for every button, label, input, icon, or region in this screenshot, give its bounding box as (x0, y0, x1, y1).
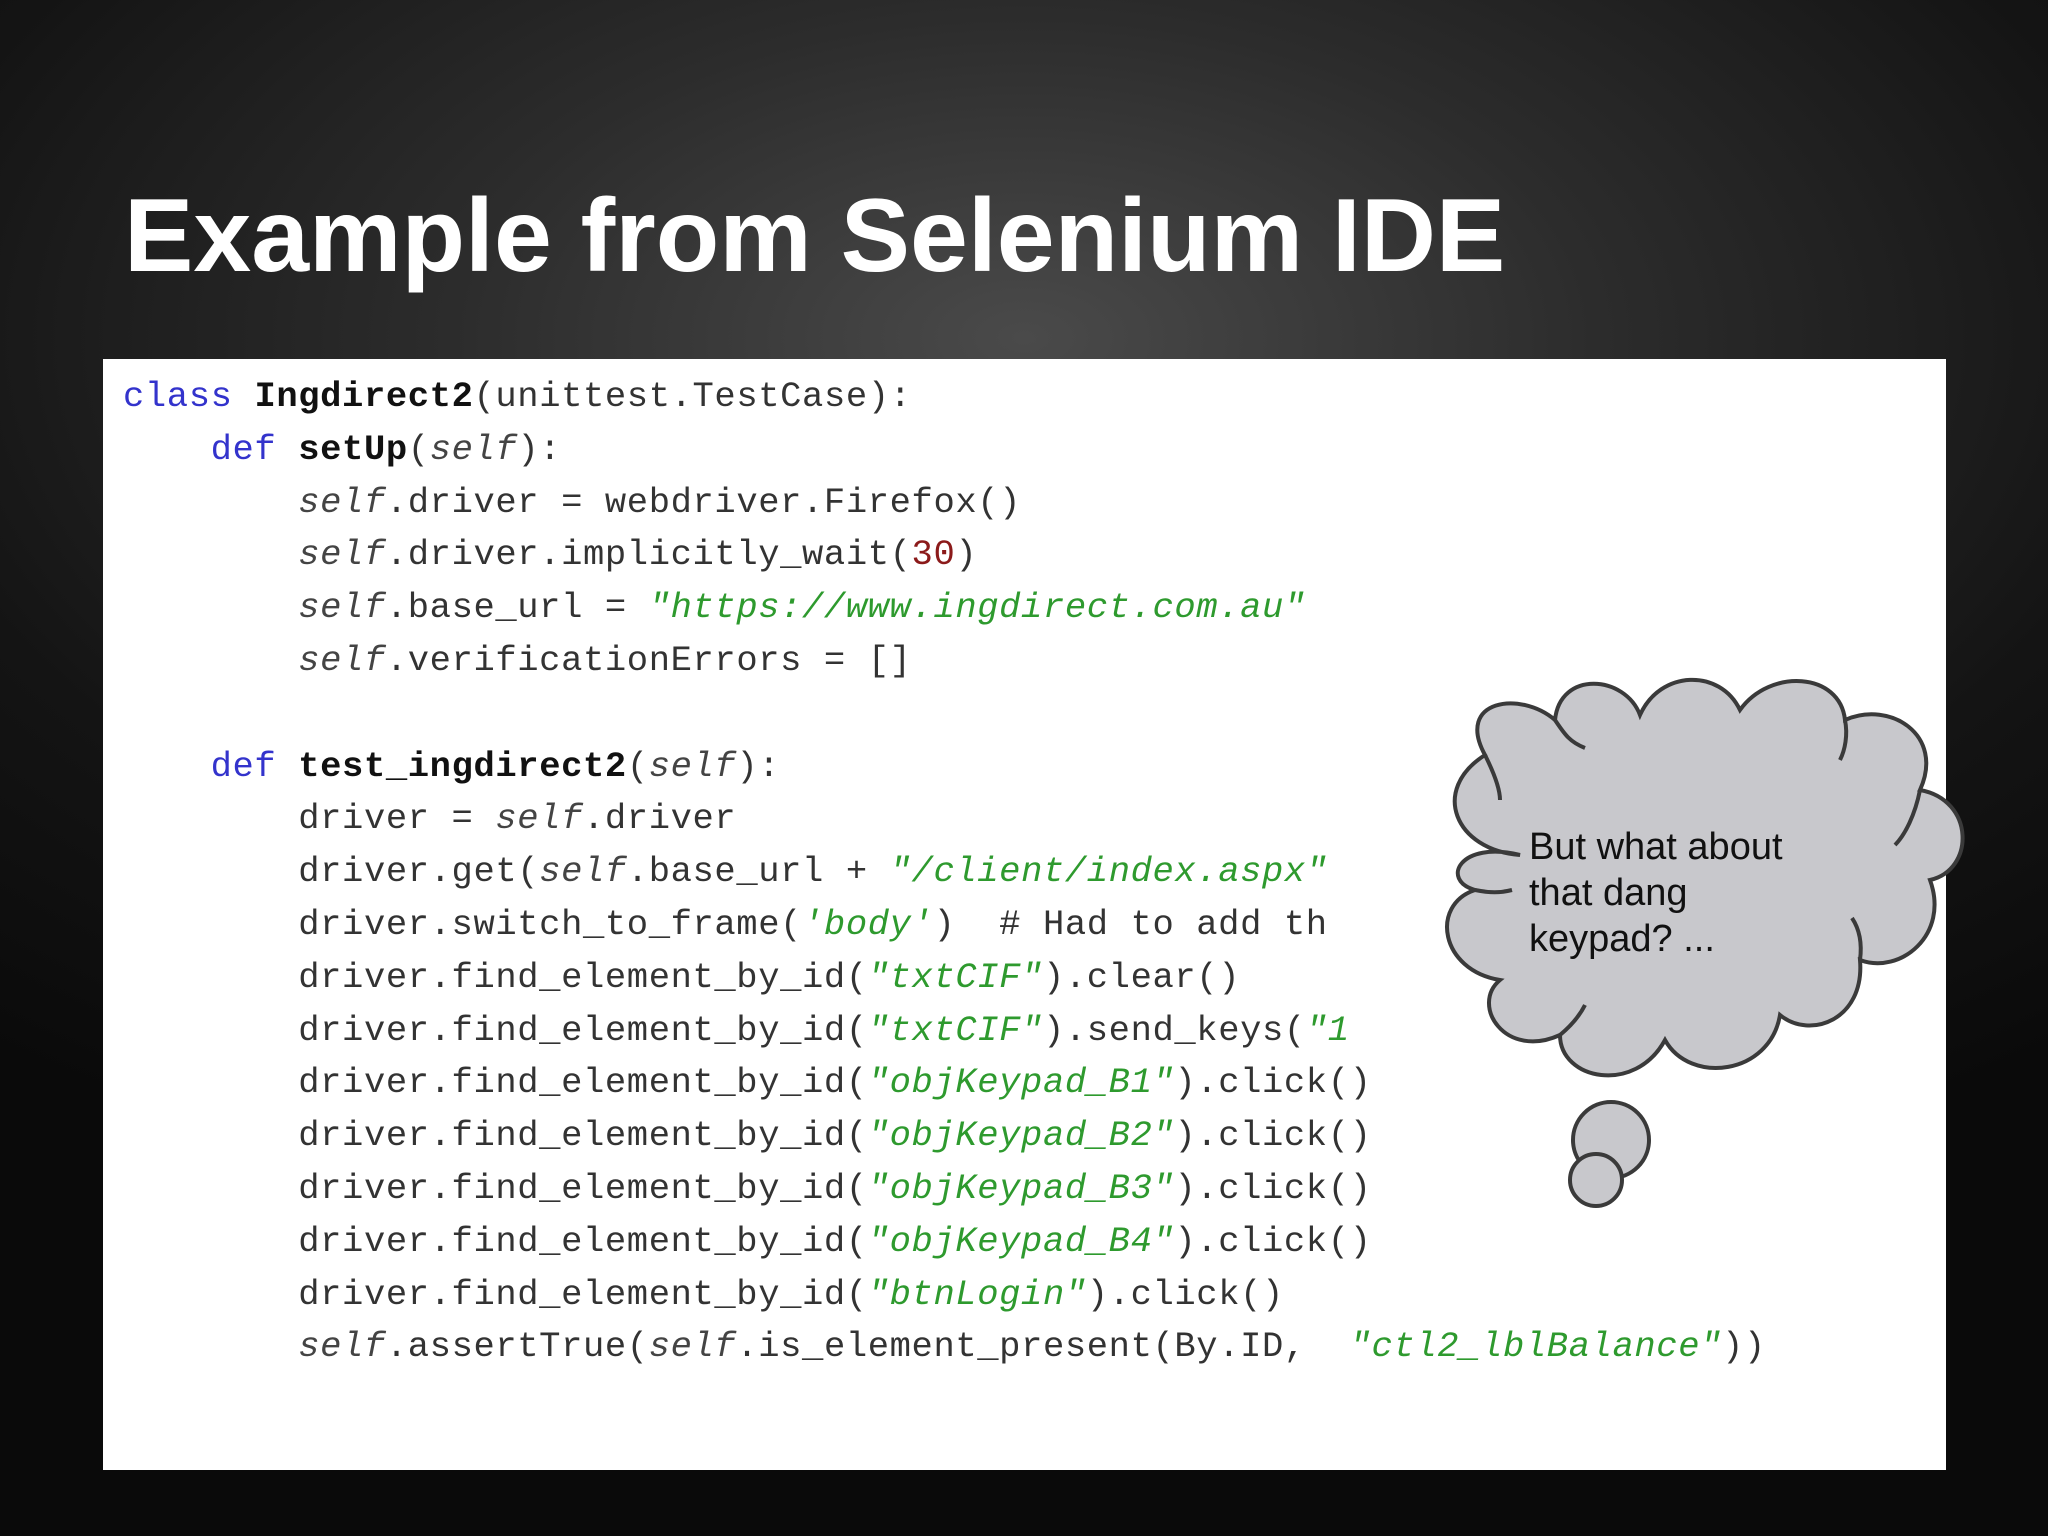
code-text: driver.get( (298, 851, 540, 893)
string-literal: "txtCIF" (867, 1009, 1043, 1051)
code-line-2: def setUp(self): (123, 424, 1766, 477)
code-text: driver.find_element_by_id( (298, 1062, 868, 1104)
code-text: .driver (583, 798, 737, 840)
code-text: ): (736, 745, 781, 787)
code-text: driver.find_element_by_id( (298, 1009, 868, 1051)
code-line-18: driver.find_element_by_id("btnLogin").cl… (123, 1269, 1766, 1322)
self-param: self (429, 428, 518, 470)
code-line-5: self.base_url = "https://www.ingdirect.c… (123, 582, 1766, 635)
code-text: .assertTrue( (385, 1326, 649, 1368)
string-literal: 'body' (802, 903, 934, 945)
code-line-19: self.assertTrue(self.is_element_present(… (123, 1321, 1766, 1374)
self-ref: self (298, 481, 386, 523)
self-ref: self (648, 1326, 737, 1368)
code-text: ).click() (1174, 1115, 1372, 1157)
thought-bubble-dot-small (1568, 1152, 1624, 1208)
code-text: ).clear() (1042, 956, 1241, 998)
code-text: ).click() (1086, 1273, 1284, 1315)
code-text: .base_url = (385, 587, 649, 629)
string-literal: "objKeypad_B3" (867, 1167, 1175, 1209)
string-literal: "objKeypad_B2" (867, 1115, 1175, 1157)
code-text: .driver.implicitly_wait( (385, 534, 912, 576)
code-text: driver.find_element_by_id( (298, 1167, 868, 1209)
code-text: ( (407, 428, 430, 470)
self-ref: self (298, 1326, 386, 1368)
code-line-1: class Ingdirect2(unittest.TestCase): (123, 371, 1766, 424)
code-text: ): (517, 428, 562, 470)
code-text: )) (1722, 1326, 1766, 1368)
number-literal: 30 (911, 534, 956, 576)
thought-bubble-line-1: But what about (1529, 826, 1783, 868)
code-text: .verificationErrors = [] (385, 639, 912, 681)
code-text: ).click() (1174, 1167, 1372, 1209)
code-text: ) (933, 903, 956, 945)
string-literal: "ctl2_lblBalance" (1349, 1326, 1722, 1368)
code-text: .base_url + (626, 851, 890, 893)
keyword: def (210, 745, 277, 787)
string-literal: "txtCIF" (867, 956, 1043, 998)
code-text: driver.find_element_by_id( (298, 1115, 868, 1157)
self-ref: self (298, 639, 386, 681)
code-text: driver.find_element_by_id( (298, 1273, 868, 1315)
code-text: driver.switch_to_frame( (298, 903, 803, 945)
string-literal: "btnLogin" (867, 1273, 1087, 1315)
code-text: driver.find_element_by_id( (298, 956, 868, 998)
thought-bubble-line-3: keypad? ... (1529, 918, 1715, 960)
self-ref: self (539, 851, 627, 893)
thought-bubble-line-2: that dang (1529, 872, 1688, 914)
code-text: .driver = webdriver.Firefox() (385, 481, 1022, 523)
code-text: ).send_keys( (1042, 1009, 1306, 1051)
code-text: driver = (298, 798, 496, 840)
function-name: setUp (298, 428, 408, 470)
code-text: driver.find_element_by_id( (298, 1220, 868, 1262)
code-text: (unittest.TestCase): (473, 376, 912, 417)
self-ref: self (495, 798, 583, 840)
code-line-4: self.driver.implicitly_wait(30) (123, 529, 1766, 582)
keyword: def (210, 428, 277, 470)
code-text: ).click() (1174, 1220, 1372, 1262)
code-text: ) (955, 534, 978, 576)
code-text: ).click() (1174, 1062, 1372, 1104)
thought-bubble-text: But what about that dang keypad? ... (1529, 824, 1859, 962)
self-param: self (648, 745, 737, 787)
keyword: class (123, 376, 233, 417)
class-name: Ingdirect2 (254, 376, 474, 417)
code-line-3: self.driver = webdriver.Firefox() (123, 477, 1766, 530)
string-literal: "/client/index.aspx" (889, 851, 1328, 893)
string-literal: "objKeypad_B1" (867, 1062, 1175, 1104)
code-text: ( (626, 745, 649, 787)
string-literal: "objKeypad_B4" (867, 1220, 1175, 1262)
code-line-17: driver.find_element_by_id("objKeypad_B4"… (123, 1216, 1766, 1269)
string-literal: "https://www.ingdirect.com.au" (648, 587, 1306, 629)
self-ref: self (298, 534, 386, 576)
self-ref: self (298, 587, 386, 629)
slide-title: Example from Selenium IDE (124, 178, 1506, 294)
string-literal: "1 (1305, 1009, 1350, 1051)
code-text: .is_element_present(By.ID, (736, 1326, 1328, 1368)
function-name: test_ingdirect2 (298, 745, 627, 787)
code-comment: # Had to add th (955, 903, 1328, 945)
